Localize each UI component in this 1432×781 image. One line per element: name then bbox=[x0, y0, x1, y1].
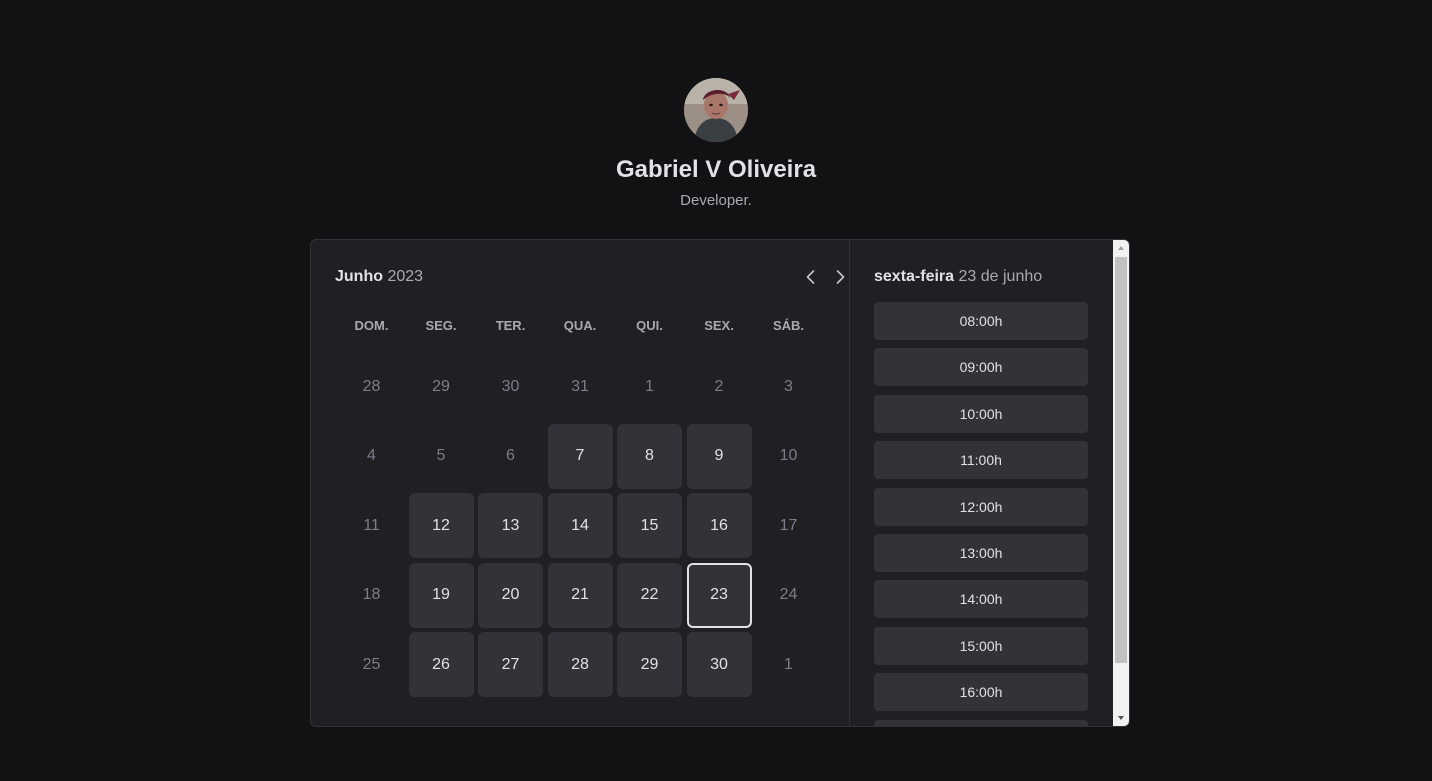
calendar-day[interactable]: 8 bbox=[617, 423, 682, 489]
next-month-button[interactable] bbox=[830, 267, 850, 287]
time-slot-button[interactable]: 12:00h bbox=[874, 487, 1088, 526]
scrollbar-thumb[interactable] bbox=[1115, 257, 1127, 663]
scroll-down-arrow-icon[interactable] bbox=[1113, 710, 1129, 726]
calendar-day: 30 bbox=[501, 377, 520, 395]
calendar: Junho 2023 DOM. SEG. TER. QUA. QUI. SEX.… bbox=[311, 240, 849, 726]
chevron-right-icon bbox=[836, 270, 845, 284]
calendar-day[interactable]: 29 bbox=[617, 632, 682, 697]
calendar-day[interactable]: 19 bbox=[408, 562, 474, 628]
weekday-label: SEG. bbox=[425, 318, 457, 333]
calendar-day: 18 bbox=[362, 586, 381, 603]
chevron-left-icon bbox=[806, 270, 815, 284]
calendar-day: 10 bbox=[779, 447, 798, 464]
weekday-label: SÁB. bbox=[772, 318, 805, 333]
calendar-day[interactable]: 15 bbox=[617, 493, 682, 558]
weekday-label: QUA. bbox=[563, 318, 597, 333]
calendar-day: 1 bbox=[784, 655, 793, 673]
time-slot-button[interactable] bbox=[874, 719, 1088, 726]
time-slot-button[interactable]: 14:00h bbox=[874, 580, 1088, 619]
time-list-scrollbar[interactable] bbox=[1113, 240, 1129, 726]
time-slot-button[interactable]: 16:00h bbox=[874, 673, 1088, 712]
calendar-day: 2 bbox=[714, 377, 724, 395]
time-slot-button[interactable]: 09:00h bbox=[874, 348, 1088, 387]
calendar-month: Junho bbox=[335, 268, 383, 285]
time-slot-button[interactable]: 13:00h bbox=[874, 534, 1088, 572]
calendar-day[interactable]: 27 bbox=[478, 632, 543, 697]
calendar-day-selected[interactable]: 23 bbox=[686, 562, 752, 628]
calendar-title: Junho 2023 bbox=[335, 267, 423, 287]
calendar-day: 24 bbox=[779, 586, 798, 603]
calendar-day[interactable]: 9 bbox=[686, 423, 752, 489]
calendar-day[interactable]: 12 bbox=[408, 493, 474, 558]
calendar-day[interactable]: 16 bbox=[686, 493, 752, 558]
calendar-day[interactable]: 14 bbox=[547, 493, 613, 558]
calendar-day[interactable]: 26 bbox=[408, 632, 474, 697]
weekday-label: DOM. bbox=[354, 318, 389, 333]
calendar-day[interactable]: 13 bbox=[478, 493, 543, 558]
calendar-day[interactable]: 7 bbox=[547, 423, 613, 489]
calendar-day: 28 bbox=[362, 377, 381, 395]
calendar-days-grid: 28 29 30 31 1 2 3 4 5 6 7 8 9 10 11 12 13 14 15 16 17 18 19 20 2… bbox=[337, 354, 805, 704]
scroll-up-arrow-icon[interactable] bbox=[1113, 240, 1129, 256]
time-slot-button[interactable]: 15:00h bbox=[874, 626, 1088, 665]
time-picker-header: sexta-feira 23 de junho bbox=[874, 267, 1042, 287]
calendar-year: 2023 bbox=[387, 268, 424, 285]
calendar-day[interactable]: 20 bbox=[478, 562, 543, 628]
profile-name: Gabriel V Oliveira bbox=[615, 156, 817, 183]
calendar-day: 5 bbox=[436, 447, 446, 464]
time-picker: sexta-feira 23 de junho 08:00h 09:00h 10:0… bbox=[850, 240, 1112, 726]
calendar-day: 11 bbox=[363, 516, 380, 534]
avatar bbox=[684, 78, 748, 142]
calendar-day: 3 bbox=[784, 377, 793, 395]
calendar-day: 6 bbox=[506, 447, 515, 464]
calendar-header: Junho 2023 bbox=[335, 267, 845, 287]
weekday-header: DOM. SEG. TER. QUA. QUI. SEX. SÁB. bbox=[337, 318, 805, 334]
calendar-day: 29 bbox=[432, 377, 450, 395]
scheduler-container: Junho 2023 DOM. SEG. TER. QUA. QUI. SEX.… bbox=[310, 239, 1130, 727]
time-slot-button[interactable]: 11:00h bbox=[874, 441, 1088, 480]
weekday-label: TER. bbox=[495, 318, 526, 333]
calendar-day[interactable]: 21 bbox=[547, 562, 613, 628]
weekday-label: SEX. bbox=[704, 318, 734, 333]
calendar-day[interactable]: 28 bbox=[547, 632, 613, 697]
profile-header: Gabriel V Oliveira Developer. bbox=[0, 78, 1432, 210]
previous-month-button[interactable] bbox=[801, 267, 821, 287]
weekday-label: QUI. bbox=[636, 318, 663, 333]
profile-bio: Developer. bbox=[680, 192, 752, 209]
calendar-day: 25 bbox=[362, 655, 381, 673]
calendar-day[interactable]: 22 bbox=[617, 562, 682, 628]
calendar-day: 31 bbox=[571, 377, 589, 395]
selected-date: 23 de junho bbox=[958, 268, 1043, 285]
time-slot-button[interactable]: 08:00h bbox=[874, 302, 1088, 340]
selected-weekday: sexta-feira bbox=[874, 268, 955, 285]
calendar-day: 17 bbox=[779, 516, 798, 534]
calendar-day: 1 bbox=[645, 377, 654, 395]
calendar-day: 4 bbox=[367, 447, 376, 464]
calendar-day[interactable]: 30 bbox=[686, 632, 752, 697]
time-slot-button[interactable]: 10:00h bbox=[874, 394, 1088, 433]
